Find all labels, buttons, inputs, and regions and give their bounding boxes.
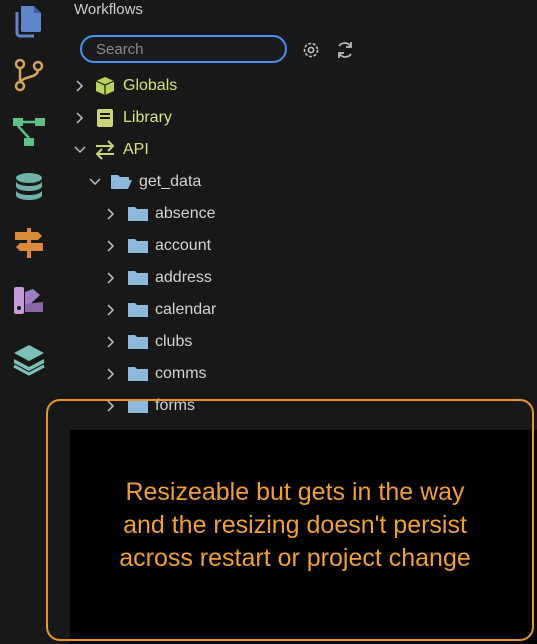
chevron-right-icon[interactable] — [105, 272, 117, 284]
tree-item-globals[interactable]: Globals — [70, 70, 537, 102]
tree-item-label: comms — [155, 365, 207, 382]
database-icon[interactable] — [12, 172, 46, 206]
tree-item-library[interactable]: Library — [70, 102, 537, 134]
folder-icon — [128, 335, 148, 349]
folder-icon — [128, 303, 148, 317]
package-icon — [95, 77, 115, 95]
workflow-tree-icon[interactable] — [12, 116, 46, 150]
signpost-icon[interactable] — [12, 226, 46, 260]
tree-folder[interactable]: clubs — [70, 326, 537, 358]
annotation-line: across restart or project change — [119, 544, 471, 572]
tree-folder[interactable]: comms — [70, 358, 537, 390]
tree-item-label: calendar — [155, 301, 217, 318]
annotation-line: and the resizing doesn't persist — [123, 511, 467, 539]
tree-item-label: Globals — [123, 77, 178, 94]
tree-item-label: get_data — [139, 173, 202, 190]
gear-icon[interactable] — [301, 40, 321, 60]
chevron-right-icon[interactable] — [74, 80, 86, 92]
chevron-right-icon[interactable] — [105, 208, 117, 220]
tree-item-label: clubs — [155, 333, 193, 350]
book-icon — [97, 109, 113, 127]
tree-item-label: address — [155, 269, 212, 286]
files-icon[interactable] — [12, 4, 46, 38]
tree-item-get-data[interactable]: get_data — [70, 166, 537, 198]
tree-folder[interactable]: account — [70, 230, 537, 262]
annotation-line: Resizeable but gets in the way — [125, 478, 465, 506]
palette-icon[interactable] — [12, 284, 46, 318]
tree-item-label: API — [123, 141, 149, 158]
chevron-down-icon[interactable] — [74, 144, 86, 156]
folder-icon — [128, 367, 148, 381]
layers-icon[interactable] — [12, 342, 46, 376]
tree-item-api[interactable]: API — [70, 134, 537, 166]
tree-item-label: absence — [155, 205, 216, 222]
chevron-right-icon[interactable] — [105, 240, 117, 252]
folder-icon — [128, 271, 148, 285]
refresh-icon[interactable] — [335, 40, 355, 60]
tree-folder[interactable]: calendar — [70, 294, 537, 326]
chevron-down-icon[interactable] — [89, 176, 101, 188]
chevron-right-icon[interactable] — [105, 368, 117, 380]
tree-item-label: account — [155, 237, 212, 254]
source-control-icon[interactable] — [12, 58, 46, 92]
sidebar-title: Workflows — [74, 1, 143, 18]
tree-item-label: Library — [123, 109, 172, 126]
chevron-right-icon[interactable] — [105, 336, 117, 348]
folder-open-icon — [111, 175, 132, 189]
chevron-right-icon[interactable] — [74, 112, 86, 124]
swap-arrows-icon — [95, 140, 115, 160]
tree-folder[interactable]: address — [70, 262, 537, 294]
workflow-tree: Globals Library API get_data absence acc… — [70, 70, 537, 422]
search-input[interactable] — [80, 35, 287, 63]
folder-icon — [128, 239, 148, 253]
chevron-right-icon[interactable] — [105, 304, 117, 316]
annotation-text: Resizeable but gets in the way and the r… — [60, 476, 530, 575]
folder-icon — [128, 207, 148, 221]
tree-folder[interactable]: absence — [70, 198, 537, 230]
